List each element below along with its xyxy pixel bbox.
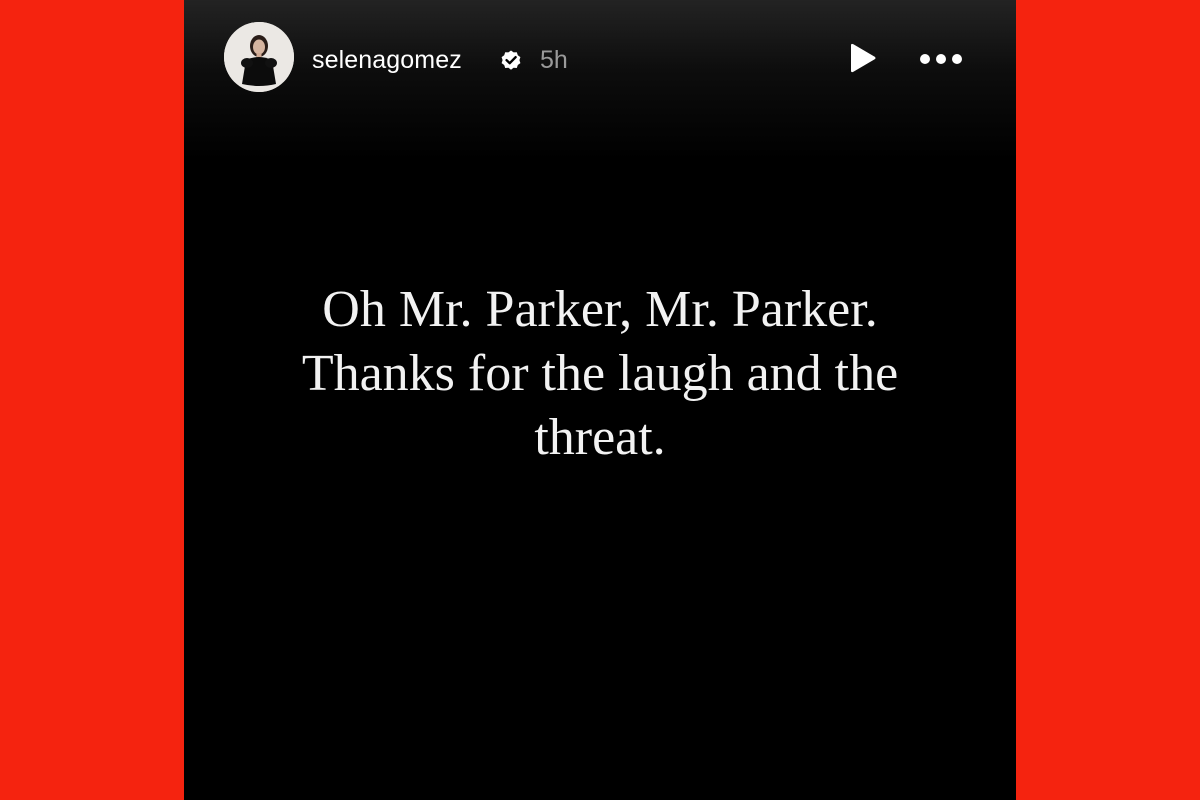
verified-badge-icon: [499, 48, 523, 72]
avatar[interactable]: [224, 22, 294, 92]
story-viewer: selenagomez 5h Oh Mr. Parker, Mr. Parker…: [184, 0, 1016, 800]
more-options-icon[interactable]: [916, 48, 966, 70]
story-header: selenagomez 5h: [184, 22, 1016, 94]
post-time: 5h: [540, 46, 568, 74]
avatar-image: [224, 22, 294, 92]
story-caption: Oh Mr. Parker, Mr. Parker. Thanks for th…: [184, 278, 1016, 470]
caption-line-2: Thanks for the laugh and the: [301, 345, 899, 402]
play-icon[interactable]: [846, 42, 878, 76]
caption-line-3: threat.: [534, 409, 666, 466]
username[interactable]: selenagomez: [312, 46, 462, 74]
caption-line-1: Oh Mr. Parker, Mr. Parker.: [322, 281, 878, 338]
